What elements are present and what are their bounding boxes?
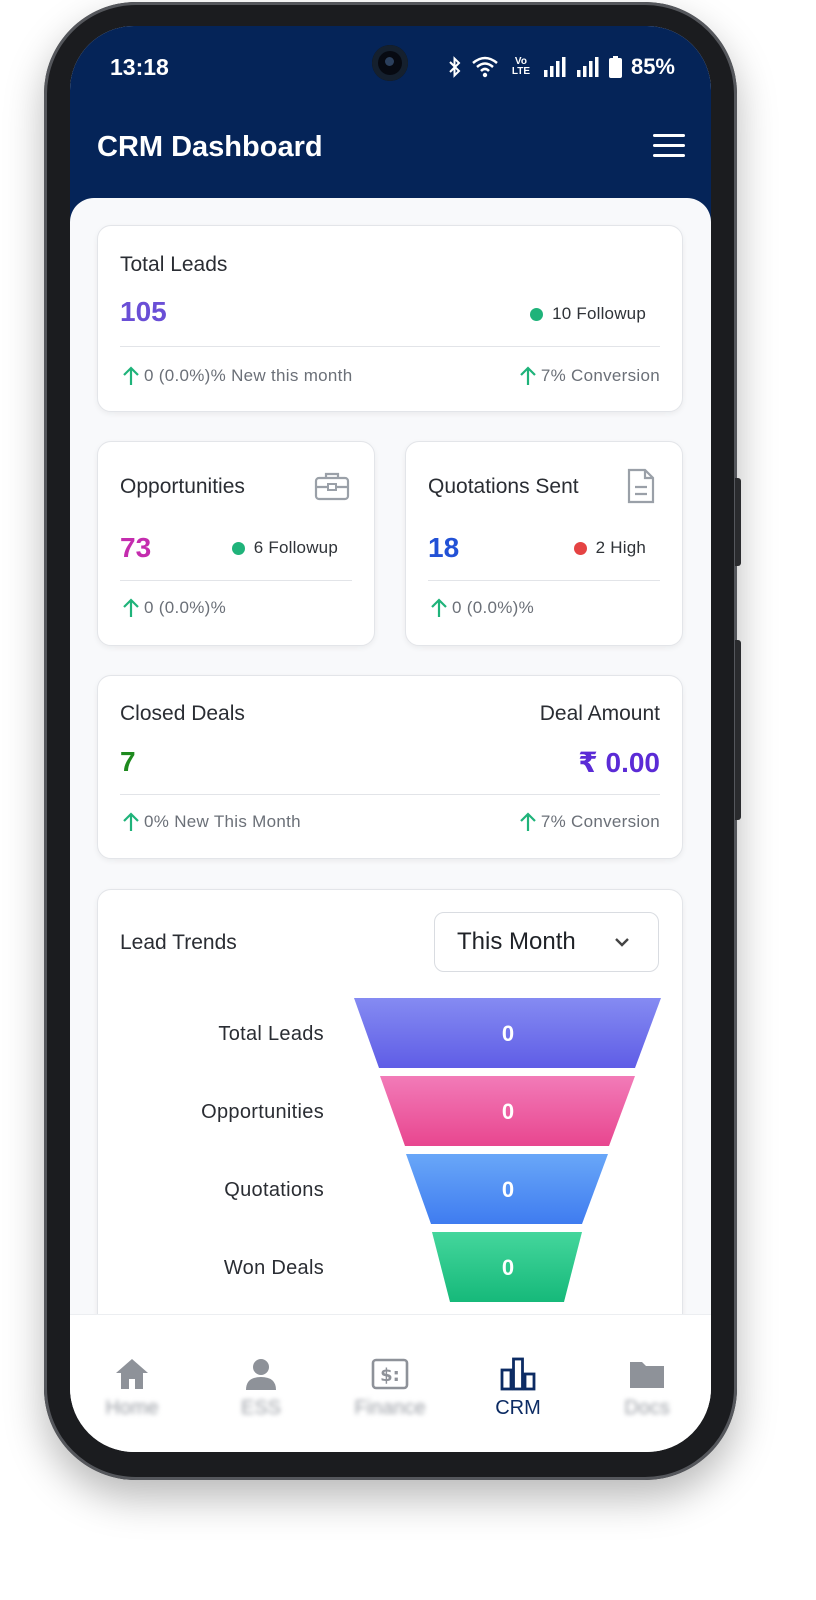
closed-deals-title: Closed Deals [120,702,245,725]
closed-deals-value: 7 [120,746,136,777]
svg-text:$:: $: [380,1365,400,1386]
quotations-value: 18 [428,532,460,563]
phone-screen: 13:18 Vo LTE 85% CRM Dashboard Total Lea… [70,26,711,1452]
status-time: 13:18 [110,54,169,80]
arrow-up-icon [431,598,447,617]
volte-indicator: Vo LTE [511,56,531,77]
period-dropdown[interactable]: This Month [434,912,659,972]
page-title: CRM Dashboard [97,131,323,163]
total-leads-title: Total Leads [120,253,228,276]
briefcase-icon [314,472,350,501]
arrow-up-icon [123,366,139,385]
home-icon [116,1359,148,1389]
opportunities-change: 0 (0.0%)% [122,598,226,618]
signal-icon-2 [576,57,599,77]
total-leads-value: 105 [120,296,167,327]
funnel-value-quotations: 0 [501,1177,515,1202]
closed-conversion: 7% Conversion [519,812,660,832]
closed-deals-card[interactable]: Closed Deals Deal Amount 7 ₹ 0.00 0% New… [97,675,683,859]
nav-docs[interactable]: Docs [597,1357,697,1420]
opportunities-followup: 6 Followup [231,538,338,558]
arrow-up-icon [123,812,139,831]
funnel-label-opportunities: Opportunities [201,1101,324,1123]
quotations-priority: 2 High [573,538,646,558]
nav-home[interactable]: Home [82,1357,182,1420]
total-leads-card[interactable]: Total Leads 105 10 Followup 0 (0.0%)% Ne… [97,225,683,412]
signal-icon [543,57,566,77]
nav-ess[interactable]: ESS [211,1357,311,1420]
status-dot [530,307,544,321]
battery-icon [608,56,622,78]
total-leads-followup: 10 Followup [530,304,646,324]
status-dot [573,541,587,555]
volume-button [735,640,741,820]
arrow-up-icon [520,812,536,831]
funnel-label-quotations: Quotations [224,1179,324,1201]
funnel-label-total-leads: Total Leads [218,1023,324,1045]
conversion-rate: 7% Conversion [519,366,660,386]
nav-finance[interactable]: $: Finance [340,1357,440,1420]
funnel-value-won-deals: 0 [501,1255,515,1280]
funnel-value-opportunities: 0 [501,1099,515,1124]
finance-icon: $: [371,1358,409,1390]
deal-amount-label: Deal Amount [539,702,660,725]
closed-new-this-month: 0% New This Month [122,812,301,832]
chevron-down-icon [615,938,629,947]
battery-percent: 85% [630,54,675,79]
arrow-up-icon [123,598,139,617]
arrow-up-icon [520,366,536,385]
status-icons: Vo LTE 85% [448,54,675,80]
person-icon [246,1359,276,1390]
front-camera [372,45,408,81]
quotations-change: 0 (0.0%)% [430,598,534,618]
folder-icon [630,1362,664,1388]
dashboard-content: Total Leads 105 10 Followup 0 (0.0%)% Ne… [70,198,711,1359]
deal-amount-value: ₹ 0.00 [578,747,660,778]
funnel-label-won-deals: Won Deals [223,1257,324,1279]
divider [120,794,660,795]
nav-crm[interactable]: CRM [468,1357,568,1420]
divider [120,346,660,347]
wifi-icon [472,56,498,78]
divider [120,580,352,581]
status-dot [231,541,245,555]
bottom-navigation: Home ESS $: Finance CRM Docs [70,1314,711,1452]
power-button [735,478,741,566]
funnel-value-total-leads: 0 [501,1021,515,1046]
opportunities-value: 73 [120,532,152,563]
hamburger-menu-icon[interactable] [653,134,685,158]
quotations-card[interactable]: Quotations Sent 18 2 High 0 (0.0%)% [405,441,683,646]
bluetooth-icon [449,56,461,78]
divider [428,580,660,581]
bar-chart-icon [500,1357,536,1391]
quotations-title: Quotations Sent [428,475,579,498]
opportunities-card[interactable]: Opportunities 73 6 Followup 0 (0.0%)% [97,441,375,646]
opportunities-title: Opportunities [120,475,245,498]
followup-text: 10 Followup [552,304,646,323]
period-selected: This Month [457,928,576,955]
lead-trends-card: Lead Trends This Month Total Leads Oppor… [97,889,683,1359]
document-icon [627,468,655,504]
app-header: 13:18 Vo LTE 85% CRM Dashboard [70,26,711,226]
lead-trends-title: Lead Trends [120,931,237,954]
new-this-month: 0 (0.0%)% New this month [122,366,352,386]
